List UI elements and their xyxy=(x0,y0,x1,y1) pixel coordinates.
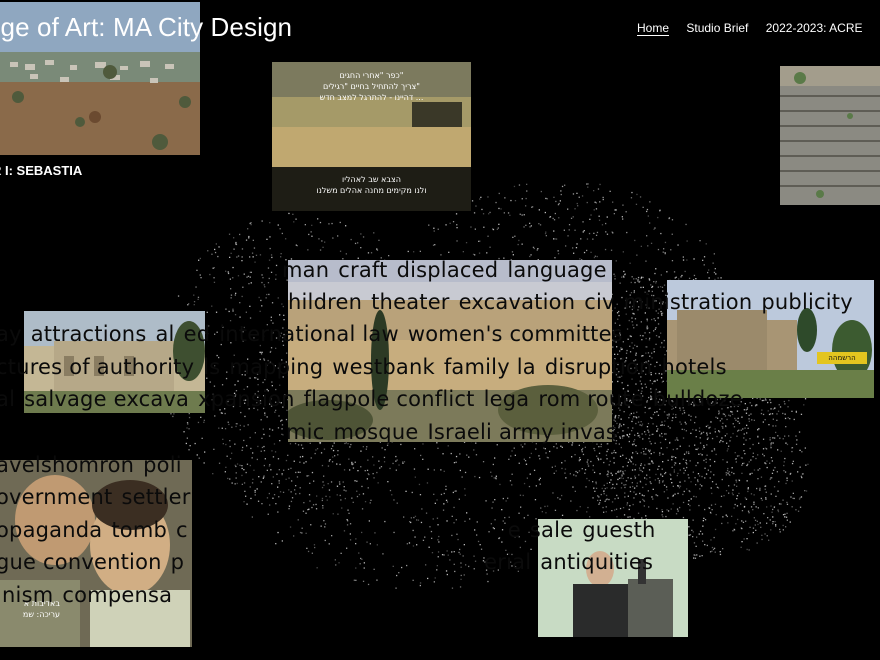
nav-studio-brief[interactable]: Studio Brief xyxy=(686,21,748,35)
word: poli xyxy=(143,453,182,477)
word: gue convention xyxy=(0,550,162,574)
film-caption-line-3: דהיינו - להתרגל למצב חדש ... xyxy=(319,93,424,102)
word: publicity xyxy=(761,290,853,314)
word-line-9: opaganda tomb c e sale guesth xyxy=(0,518,665,542)
word: guesth xyxy=(582,518,656,542)
landscape-cypress-image[interactable] xyxy=(288,260,612,442)
word: erial xyxy=(484,550,532,574)
word: al xyxy=(155,322,175,346)
news-badge: הרשמהה xyxy=(828,354,856,362)
word-line-3: ay attractions al ed international law women'… xyxy=(0,322,632,346)
word: hotels xyxy=(661,355,727,379)
word: mapping xyxy=(229,355,324,379)
word: westbank xyxy=(332,355,435,379)
word: ctures of authority xyxy=(0,355,195,379)
word-line-4: ctures of authority ls mapping westbank fami… xyxy=(0,355,736,379)
word: mic xyxy=(286,420,325,444)
word: opaganda xyxy=(0,518,103,542)
word: man xyxy=(282,258,330,282)
word: antiquities xyxy=(540,550,654,574)
word: disruption xyxy=(544,355,653,379)
word: lega xyxy=(483,387,530,411)
film-caption-line-5: ולנו מקימים מחנה אהלים משלנו xyxy=(316,186,427,195)
word: mosque xyxy=(333,420,419,444)
word: overnment xyxy=(0,485,113,509)
word: bulldoze xyxy=(652,387,743,411)
word-line-6: mic mosque Israeli army invas xyxy=(286,420,626,444)
word-line-11: inism compensa xyxy=(0,583,181,607)
portrait-caption-line-2: עריכה: שמ xyxy=(22,610,60,619)
word-line-2: hildren theater excavation civ ministration p… xyxy=(288,290,862,314)
word: language xyxy=(507,258,607,282)
site-title[interactable]: ege of Art: MA City Design xyxy=(0,12,292,43)
word-line-1: man craft displaced language xyxy=(282,258,616,282)
word-line-8: overnment settler xyxy=(0,485,200,509)
word: settler xyxy=(121,485,191,509)
word-line-7: avelshomron poli xyxy=(0,453,191,477)
word: hildren xyxy=(288,290,363,314)
word: ed xyxy=(183,322,211,346)
word: excavation xyxy=(458,290,576,314)
word: family la xyxy=(443,355,536,379)
word: ministration xyxy=(623,290,753,314)
word: women's committes xyxy=(407,322,623,346)
word: tomb xyxy=(111,518,168,542)
nav-acre[interactable]: 2022-2023: ACRE xyxy=(766,21,863,35)
word: Israeli army invas xyxy=(427,420,618,444)
word: p xyxy=(170,550,185,574)
word: ay xyxy=(0,322,22,346)
archival-film-still[interactable]: כפר "אחרי החגים" צריך להתחיל בחיים "רגיל… xyxy=(272,62,471,211)
stone-steps-image[interactable] xyxy=(780,66,880,205)
word: compensa xyxy=(62,583,173,607)
word: al xyxy=(0,387,16,411)
word: rom route xyxy=(538,387,644,411)
word: ls xyxy=(203,355,221,379)
nav-home[interactable]: Home xyxy=(637,21,669,35)
word: sale xyxy=(529,518,574,542)
main-nav: Home Studio Brief 2022-2023: ACRE 20 xyxy=(637,21,880,35)
word: salvage excava xyxy=(24,387,190,411)
project-subtitle[interactable]: R I: SEBASTIA xyxy=(0,163,82,178)
word-line-10: gue convention p erial antiquities xyxy=(0,550,662,574)
word: civ xyxy=(584,290,615,314)
word: displaced xyxy=(396,258,499,282)
word: e xyxy=(507,518,521,542)
word: flagpole conflict xyxy=(303,387,475,411)
film-caption-line-1: כפר "אחרי החגים" xyxy=(339,71,404,80)
word: c xyxy=(176,518,188,542)
word: international law xyxy=(219,322,399,346)
word: inism xyxy=(0,583,54,607)
word: attractions xyxy=(30,322,147,346)
word: craft xyxy=(338,258,388,282)
word: xpansion xyxy=(198,387,295,411)
word: theater xyxy=(371,290,450,314)
word-line-5: al salvage excava xpansion flagpole conflic… xyxy=(0,387,752,411)
film-caption-line-4: הצבא שב לאהליו xyxy=(342,175,401,184)
film-caption-line-2: צריך להתחיל בחיים "רגילים" xyxy=(323,82,420,91)
word: avelshomron xyxy=(0,453,135,477)
